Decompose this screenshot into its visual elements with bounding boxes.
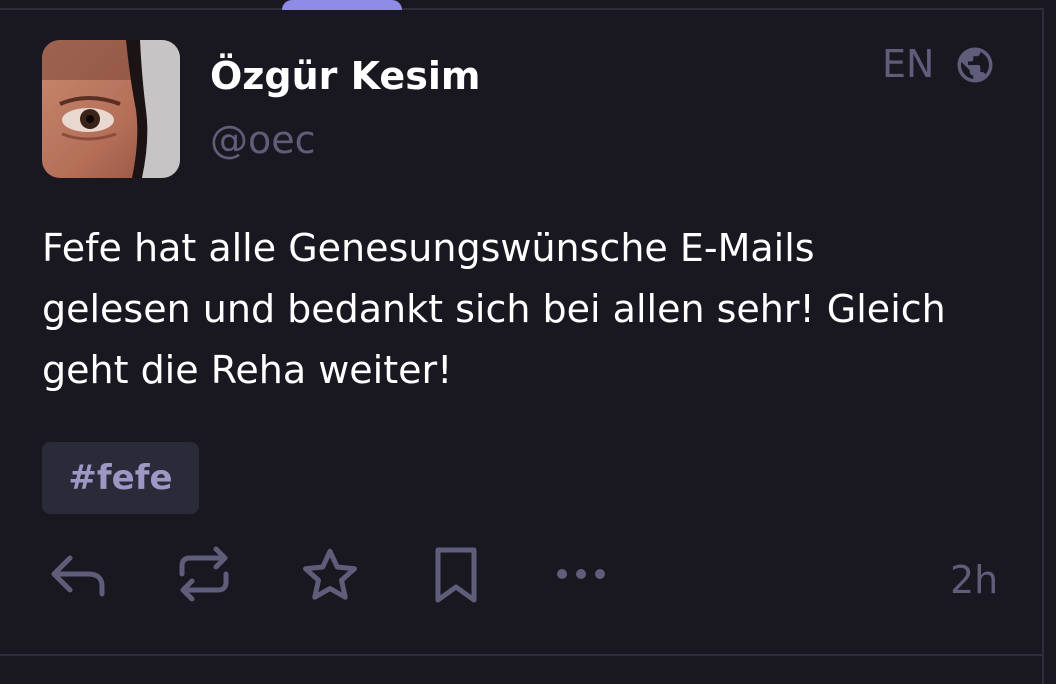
post-card: Özgür Kesim @oec EN Fefe hat alle Genesu… (0, 0, 1056, 684)
content-line: geht die Reha weiter! (42, 348, 453, 392)
content-line: gelesen und bedankt sich bei allen sehr!… (42, 287, 946, 331)
more-icon[interactable] (554, 562, 608, 586)
boost-icon[interactable] (176, 544, 232, 604)
avatar-photo (42, 40, 180, 178)
author-display-name[interactable]: Özgür Kesim (210, 54, 480, 98)
author-handle[interactable]: @oec (210, 118, 316, 162)
bookmark-icon[interactable] (432, 546, 480, 604)
favourite-icon[interactable] (300, 546, 360, 604)
avatar[interactable] (42, 40, 180, 178)
right-divider (1042, 8, 1044, 684)
content-line: Fefe hat alle Genesungswünsche E-Mails (42, 226, 815, 270)
bottom-divider (0, 654, 1044, 656)
post-content: Fefe hat alle Genesungswünsche E-Mails g… (42, 218, 1002, 401)
reply-icon[interactable] (48, 550, 108, 600)
active-tab-indicator (282, 0, 402, 10)
language-badge: EN (882, 42, 935, 86)
hashtag-fefe[interactable]: #fefe (42, 442, 199, 514)
post-timestamp[interactable]: 2h (950, 558, 998, 602)
top-divider (0, 8, 1044, 10)
globe-icon[interactable] (954, 44, 996, 86)
